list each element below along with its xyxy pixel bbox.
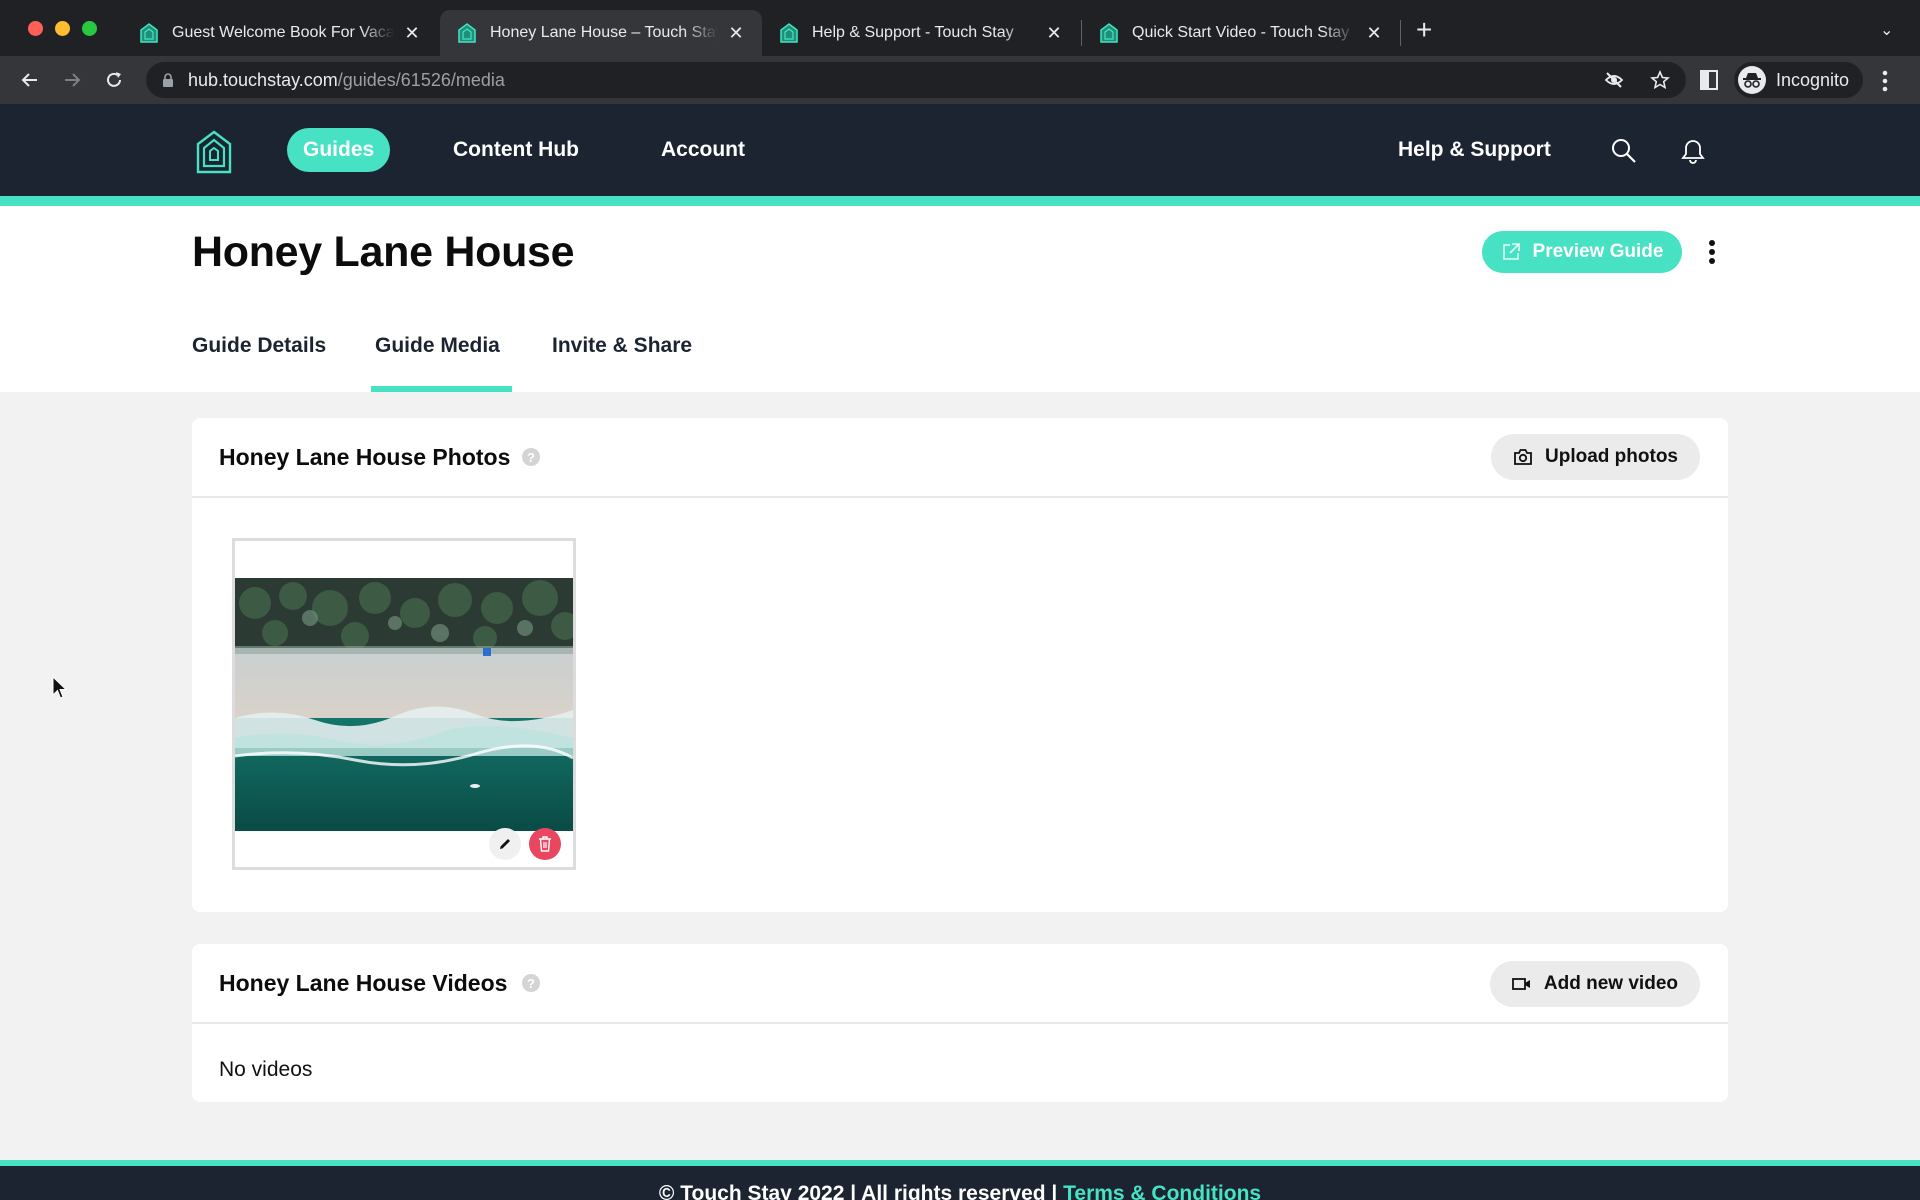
video-camera-icon [1512, 978, 1530, 990]
reload-icon [107, 72, 121, 87]
edit-photo-button[interactable] [489, 828, 521, 860]
photos-card-header: Honey Lane House Photos ? Upload photos [192, 418, 1728, 498]
browser-toolbar: hub.touchstay.com/guides/61526/media Inc… [0, 56, 1920, 104]
browser-menu-button[interactable] [1882, 70, 1888, 97]
eye-slash-icon[interactable] [1604, 70, 1624, 90]
browser-tab-quick-start-video[interactable]: Quick Start Video - Touch Stay ✕ [1082, 10, 1400, 56]
help-question-icon[interactable]: ? [522, 974, 540, 992]
terms-conditions-link[interactable]: Terms & Conditions [1063, 1182, 1261, 1200]
tab-title: Quick Start Video - Touch Stay [1132, 24, 1350, 41]
window-close-button[interactable] [28, 21, 43, 36]
reload-button[interactable] [100, 66, 128, 94]
nav-guides[interactable]: Guides [287, 128, 391, 172]
tab-guide-details[interactable]: Guide Details [192, 334, 326, 358]
photos-title: Honey Lane House Photos [219, 444, 511, 470]
pencil-icon [500, 839, 510, 849]
add-new-video-button[interactable]: Add new video [1489, 961, 1700, 1007]
window-minimize-button[interactable] [55, 21, 70, 36]
kebab-menu-icon [1882, 70, 1888, 92]
photos-card: Honey Lane House Photos ? Upload photos [192, 418, 1728, 912]
tab-close-icon[interactable]: ✕ [1044, 23, 1064, 44]
tab-close-icon[interactable]: ✕ [402, 23, 422, 44]
tab-title: Guest Welcome Book For Vacation Rentals [172, 24, 394, 41]
trash-icon [539, 836, 551, 852]
tab-strip: Guest Welcome Book For Vacation Rentals … [0, 0, 1920, 56]
lock-icon [163, 73, 173, 87]
address-bar[interactable]: hub.touchstay.com/guides/61526/media [146, 62, 1686, 98]
photo-image [235, 578, 573, 831]
kebab-dot [1709, 249, 1715, 255]
url-host: hub.touchstay.com [188, 69, 338, 90]
incognito-icon [1738, 66, 1766, 94]
footer: © Touch Stay 2022 | All rights reserved … [0, 1166, 1920, 1200]
touchstay-favicon-icon [458, 23, 476, 43]
app-header: Guides Content Hub Account Help & Suppor… [0, 104, 1920, 196]
touchstay-favicon-icon [140, 23, 158, 43]
tab-invite-share[interactable]: Invite & Share [552, 334, 692, 358]
nav-account[interactable]: Account [645, 128, 761, 172]
external-link-icon [1502, 243, 1520, 260]
page-title: Honey Lane House [192, 228, 575, 276]
search-icon[interactable] [1611, 138, 1637, 164]
kebab-dot [1709, 258, 1715, 264]
window-maximize-button[interactable] [82, 21, 97, 36]
delete-photo-button[interactable] [529, 828, 561, 860]
upload-photos-label: Upload photos [1545, 446, 1678, 467]
guide-more-options-button[interactable] [1704, 236, 1720, 268]
tab-title: Honey Lane House – Touch Stay [490, 24, 718, 41]
touchstay-logo-icon[interactable] [196, 130, 232, 174]
kebab-dot [1709, 240, 1715, 246]
incognito-profile-button[interactable]: Incognito [1734, 62, 1864, 98]
back-button[interactable] [16, 66, 44, 94]
videos-title: Honey Lane House Videos [219, 970, 508, 996]
tab-search-chevron-icon[interactable]: ⌄ [1880, 20, 1893, 40]
incognito-label: Incognito [1776, 69, 1850, 90]
camera-icon [1514, 449, 1532, 465]
active-tab-indicator [371, 386, 512, 392]
browser-tab-guest-welcome-book[interactable]: Guest Welcome Book For Vacation Rentals … [122, 10, 438, 56]
preview-guide-button[interactable]: Preview Guide [1482, 231, 1682, 273]
forward-button[interactable] [58, 66, 86, 94]
side-panel-icon[interactable] [1700, 70, 1718, 90]
mouse-pointer-icon [52, 676, 68, 699]
bell-icon[interactable] [1680, 138, 1706, 164]
touchstay-favicon-icon [780, 23, 798, 43]
help-question-icon[interactable]: ? [522, 448, 540, 466]
new-tab-button[interactable]: + [1416, 14, 1432, 46]
footer-text: © Touch Stay 2022 | All rights reserved … [0, 1182, 1920, 1200]
add-new-video-label: Add new video [1543, 973, 1678, 994]
videos-card-header: Honey Lane House Videos ? Add new video [192, 944, 1728, 1024]
header-accent-bar [0, 196, 1920, 206]
beach-aerial-photo [235, 578, 573, 831]
copyright-text: © Touch Stay 2022 | All rights reserved … [658, 1182, 1064, 1200]
tab-close-icon[interactable]: ✕ [726, 23, 746, 44]
tab-separator [1400, 20, 1401, 46]
guide-header: Honey Lane House Preview Guide Guide Det… [0, 206, 1920, 392]
upload-photos-button[interactable]: Upload photos [1491, 434, 1700, 480]
photo-thumbnail[interactable] [232, 538, 576, 870]
arrow-right-icon [65, 73, 81, 87]
browser-tab-honey-lane-house[interactable]: Honey Lane House – Touch Stay ✕ [440, 10, 762, 56]
no-videos-message: No videos [219, 1058, 313, 1081]
browser-chrome: Guest Welcome Book For Vacation Rentals … [0, 0, 1920, 104]
tab-guide-media[interactable]: Guide Media [375, 334, 500, 358]
browser-tab-help-support[interactable]: Help & Support - Touch Stay ✕ [762, 10, 1080, 56]
url-path: /guides/61526/media [337, 69, 505, 90]
nav-help-support[interactable]: Help & Support [1382, 128, 1567, 172]
touchstay-favicon-icon [1100, 23, 1118, 43]
bookmark-star-icon[interactable] [1650, 70, 1670, 90]
nav-content-hub[interactable]: Content Hub [437, 128, 595, 172]
tab-title: Help & Support - Touch Stay [812, 24, 1014, 41]
preview-guide-label: Preview Guide [1532, 241, 1664, 262]
tab-close-icon[interactable]: ✕ [1364, 23, 1384, 44]
videos-card: Honey Lane House Videos ? Add new video … [192, 944, 1728, 1102]
arrow-left-icon [21, 73, 37, 87]
